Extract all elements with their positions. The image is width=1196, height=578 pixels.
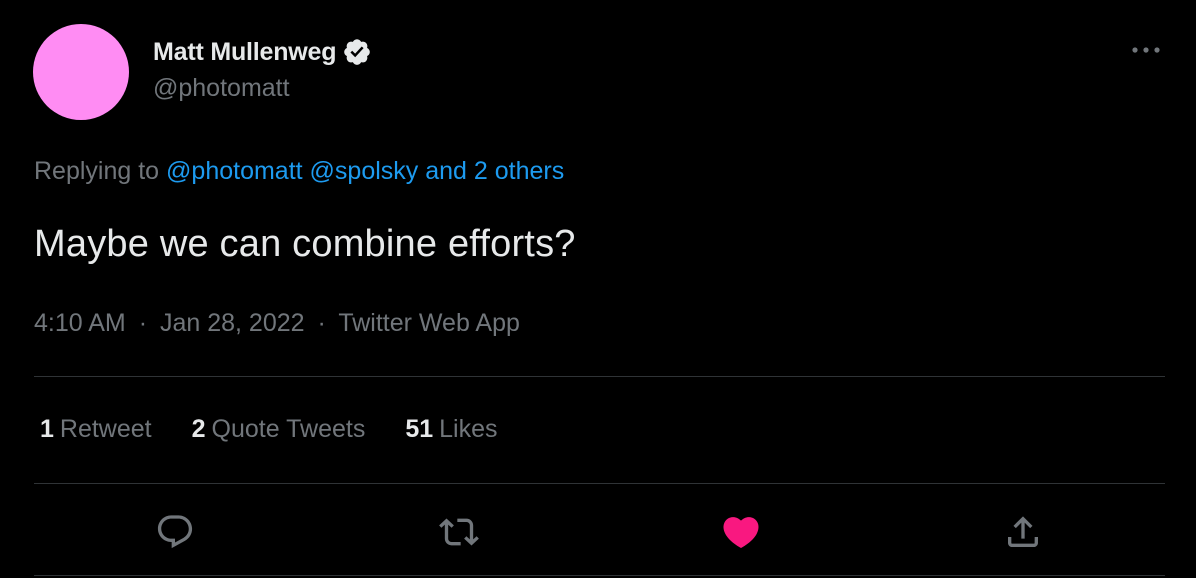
like-heart-icon <box>723 517 759 549</box>
reply-icon <box>157 515 193 549</box>
divider <box>34 575 1165 576</box>
quote-tweets-label: Quote Tweets <box>211 415 366 443</box>
likes-stat[interactable]: 51 Likes <box>405 415 497 444</box>
quote-tweets-stat[interactable]: 2 Quote Tweets <box>192 415 366 444</box>
mention-others[interactable]: and 2 others <box>425 157 564 185</box>
retweets-label: Retweet <box>59 415 152 443</box>
avatar[interactable] <box>33 24 129 120</box>
likes-label: Likes <box>439 415 498 443</box>
divider <box>34 483 1165 484</box>
name-row: Matt Mullenweg <box>153 34 372 70</box>
tweet-text: Maybe we can combine efforts? <box>34 223 576 265</box>
share-button[interactable] <box>1001 510 1045 554</box>
meta-separator: · <box>317 309 326 337</box>
action-bar <box>0 510 1196 554</box>
divider <box>34 376 1165 377</box>
more-options-button[interactable] <box>1126 38 1166 62</box>
mention-photomatt[interactable]: @photomatt <box>166 157 303 185</box>
more-dots-icon <box>1132 47 1160 53</box>
replying-to-line: Replying to @photomatt @spolsky and 2 ot… <box>34 157 564 186</box>
retweet-button[interactable] <box>437 510 481 554</box>
share-icon <box>1008 516 1038 547</box>
retweets-stat[interactable]: 1 Retweet <box>40 415 152 444</box>
quote-tweets-count: 2 <box>191 415 206 443</box>
tweet-meta: 4:10 AM · Jan 28, 2022 · Twitter Web App <box>34 309 520 338</box>
engagement-stats: 1 Retweet 2 Quote Tweets 51 Likes <box>40 415 538 444</box>
author-handle[interactable]: @photomatt <box>153 74 372 103</box>
replying-to-label: Replying to <box>34 157 160 185</box>
likes-count: 51 <box>405 415 434 443</box>
tweet-source[interactable]: Twitter Web App <box>338 309 520 337</box>
tweet-date[interactable]: Jan 28, 2022 <box>160 309 305 337</box>
meta-separator: · <box>138 309 148 337</box>
author-block: Matt Mullenweg @photomatt <box>153 34 372 103</box>
retweet-icon <box>439 518 479 546</box>
reply-button[interactable] <box>153 510 197 554</box>
mention-spolsky[interactable]: @spolsky <box>310 157 419 185</box>
like-button[interactable] <box>719 510 763 554</box>
retweets-count: 1 <box>40 415 54 443</box>
tweet-time[interactable]: 4:10 AM <box>34 309 126 337</box>
tweet-detail: Matt Mullenweg @photomatt Replying to @p… <box>0 0 1196 578</box>
verified-badge-icon <box>342 37 372 67</box>
author-display-name[interactable]: Matt Mullenweg <box>153 38 337 67</box>
